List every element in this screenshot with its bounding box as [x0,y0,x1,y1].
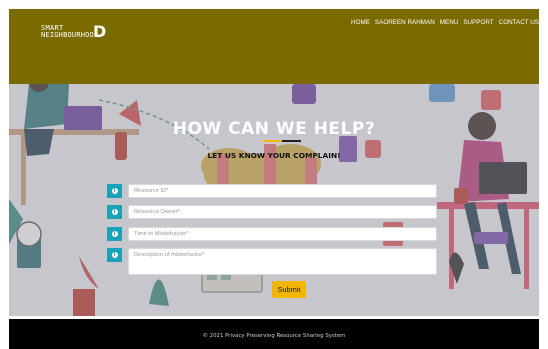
page-title: HOW CAN WE HELP? [172,119,376,139]
title-underline [263,140,301,142]
info-icon: i [107,205,122,219]
logo-line-2: NEIGHBOURHOO [41,31,94,39]
underline-dark [282,140,301,142]
page: SMART NEIGHBOURHOO D HOME SAOREEN RAHMAN… [9,9,539,349]
header-bar: SMART NEIGHBOURHOO D HOME SAOREEN RAHMAN… [9,9,539,84]
info-icon: i [107,227,122,241]
misbehavior-description-textarea[interactable] [128,248,437,275]
underline-accent [263,140,282,142]
nav-home[interactable]: HOME [351,19,370,26]
misbehavior-time-input[interactable] [128,227,437,241]
main-nav: HOME SAOREEN RAHMAN MENU SUPPORT CONTACT… [346,19,539,26]
complaint-section: HOW CAN WE HELP? LET US KNOW YOUR COMPLA… [9,84,539,316]
page-subtitle: LET US KNOW YOUR COMPLAIN! [207,151,341,160]
info-icon: i [107,248,122,262]
brand-logo[interactable]: SMART NEIGHBOURHOO D [41,22,106,42]
resource-owner-input[interactable] [128,205,437,219]
nav-support[interactable]: SUPPORT [463,19,493,26]
nav-contact-us[interactable]: CONTACT US [499,19,539,26]
footer: © 2021 Privacy Preserving Resource Shari… [9,319,539,349]
submit-button[interactable]: Submit [272,281,306,298]
nav-menu[interactable]: MENU [440,19,459,26]
footer-copyright: © 2021 Privacy Preserving Resource Shari… [202,333,346,339]
logo-end-letter: D [93,22,107,41]
info-icon: i [107,184,122,198]
nav-user[interactable]: SAOREEN RAHMAN [375,19,435,26]
resource-id-input[interactable] [128,184,437,198]
